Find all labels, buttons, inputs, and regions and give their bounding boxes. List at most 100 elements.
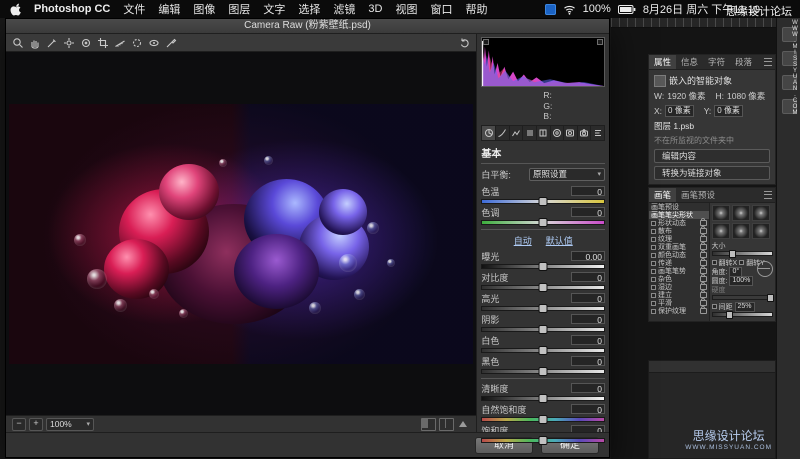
checkbox[interactable]	[712, 304, 717, 309]
slider-knob[interactable]	[539, 283, 548, 292]
tab-camera-calibration[interactable]	[578, 126, 592, 140]
checkbox[interactable]	[651, 229, 656, 234]
rotate-tool-icon[interactable]	[457, 36, 472, 50]
checkbox[interactable]	[712, 260, 717, 265]
brush-tip-thumbnail[interactable]	[732, 205, 750, 221]
slider-value-field[interactable]: 0	[571, 356, 605, 366]
slider-knob[interactable]	[539, 262, 548, 271]
hardness-slider[interactable]	[712, 295, 773, 300]
menu-edit[interactable]: 编辑	[158, 1, 180, 17]
checkbox[interactable]	[651, 253, 656, 258]
dock-panel-icon[interactable]	[782, 99, 797, 114]
slider-value-field[interactable]: 0	[571, 186, 605, 196]
panel-menu-icon[interactable]	[764, 191, 772, 199]
slider-knob[interactable]	[539, 346, 548, 355]
menu-type[interactable]: 文字	[263, 1, 285, 17]
adjustment-brush-tool-icon[interactable]	[163, 36, 178, 50]
slider-knob[interactable]	[539, 394, 548, 403]
slider-track[interactable]	[481, 396, 605, 401]
checkbox[interactable]	[651, 245, 656, 250]
apple-menu-icon[interactable]	[10, 3, 21, 16]
zoom-in-button[interactable]: +	[29, 418, 43, 431]
checkbox[interactable]	[651, 237, 656, 242]
shadow-clipping-toggle[interactable]	[483, 39, 489, 45]
slider-knob[interactable]	[726, 311, 733, 319]
menu-file[interactable]: 文件	[123, 1, 145, 17]
checkbox[interactable]	[651, 293, 656, 298]
dock-panel-icon[interactable]	[782, 75, 797, 90]
checkbox[interactable]	[651, 309, 656, 314]
menubar-app-name[interactable]: Photoshop CC	[34, 3, 110, 15]
checkbox[interactable]	[739, 260, 744, 265]
brush-setting-protect-texture[interactable]: 保护纹理	[649, 307, 709, 315]
slider-track[interactable]	[481, 369, 605, 374]
brush-angle-control[interactable]	[757, 261, 773, 277]
convert-to-linked-button[interactable]: 转换为链接对象	[654, 166, 770, 180]
spot-removal-tool-icon[interactable]	[129, 36, 144, 50]
tab-brush-presets[interactable]: 画笔预设	[676, 188, 720, 202]
white-balance-select[interactable]: 原照设置	[529, 168, 605, 181]
checkbox[interactable]	[651, 301, 656, 306]
tab-tone-curve[interactable]	[496, 126, 510, 140]
slider-track[interactable]	[481, 285, 605, 290]
checkbox[interactable]	[651, 261, 656, 266]
slider-knob[interactable]	[767, 294, 774, 302]
crop-tool-icon[interactable]	[95, 36, 110, 50]
checkbox[interactable]	[651, 285, 656, 290]
brush-tip-thumbnail[interactable]	[732, 223, 750, 239]
menu-image[interactable]: 图像	[193, 1, 215, 17]
x-value-field[interactable]: 0 像素	[665, 105, 694, 117]
tab-brush[interactable]: 画笔	[649, 188, 676, 202]
slider-value-field[interactable]: 0	[571, 335, 605, 345]
creative-cloud-icon[interactable]	[545, 4, 556, 15]
slider-track[interactable]	[481, 264, 605, 269]
tab-lens-corrections[interactable]	[551, 126, 565, 140]
y-value-field[interactable]: 0 像素	[714, 105, 743, 117]
menubar-clock[interactable]: 8月26日 周六 下午11:10	[643, 1, 760, 17]
brush-tip-thumbnail[interactable]	[712, 223, 730, 239]
slider-track[interactable]	[481, 348, 605, 353]
tab-split-toning[interactable]	[537, 126, 551, 140]
zoom-level-select[interactable]: 100%	[46, 418, 94, 431]
slider-knob[interactable]	[539, 415, 548, 424]
slider-knob[interactable]	[539, 218, 548, 227]
highlight-clipping-toggle[interactable]	[597, 39, 603, 45]
slider-knob[interactable]	[539, 436, 548, 445]
brush-tip-thumbnail[interactable]	[752, 205, 770, 221]
slider-value-field[interactable]: 0	[571, 207, 605, 217]
brush-tip-thumbnail[interactable]	[712, 205, 730, 221]
menu-help[interactable]: 帮助	[465, 1, 487, 17]
image-preview-area[interactable]	[6, 52, 476, 415]
lock-icon[interactable]	[700, 308, 707, 314]
tab-hsl-grayscale[interactable]	[523, 126, 537, 140]
slider-value-field[interactable]: 0	[571, 314, 605, 324]
auto-link[interactable]: 自动	[514, 234, 532, 247]
tab-paragraph[interactable]: 段落	[730, 55, 757, 69]
before-after-single-icon[interactable]	[421, 418, 436, 431]
slider-value-field[interactable]: 0	[571, 383, 605, 393]
slider-knob[interactable]	[539, 304, 548, 313]
tab-basic[interactable]	[482, 126, 496, 140]
color-sampler-tool-icon[interactable]	[61, 36, 76, 50]
slider-track[interactable]	[481, 438, 605, 443]
slider-value-field[interactable]: 0	[571, 272, 605, 282]
before-after-split-icon[interactable]	[439, 418, 454, 431]
tab-properties[interactable]: 属性	[649, 55, 676, 69]
tab-effects[interactable]	[564, 126, 578, 140]
slider-track[interactable]	[481, 327, 605, 332]
menu-filter[interactable]: 滤镜	[333, 1, 355, 17]
slider-knob[interactable]	[539, 367, 548, 376]
slider-track[interactable]	[481, 417, 605, 422]
default-link[interactable]: 默认值	[546, 234, 573, 247]
slider-value-field[interactable]: 0	[571, 404, 605, 414]
hand-tool-icon[interactable]	[27, 36, 42, 50]
dock-panel-icon[interactable]	[782, 51, 797, 66]
tab-character[interactable]: 字符	[703, 55, 730, 69]
slider-value-field[interactable]: 0	[571, 293, 605, 303]
roundness-field[interactable]: 100%	[729, 276, 753, 286]
spacing-slider[interactable]	[712, 312, 773, 317]
menu-3d[interactable]: 3D	[368, 3, 382, 15]
menu-select[interactable]: 选择	[298, 1, 320, 17]
target-adjustment-tool-icon[interactable]	[78, 36, 93, 50]
zoom-tool-icon[interactable]	[10, 36, 25, 50]
